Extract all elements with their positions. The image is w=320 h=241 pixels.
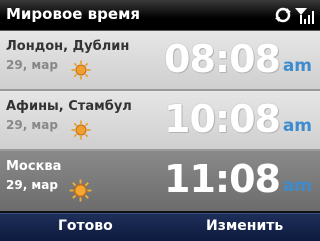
ampm-label: am — [282, 176, 312, 196]
city-time: 11:08 — [164, 157, 281, 201]
page-title: Мировое время — [6, 5, 140, 23]
softkey-bar: Готово Изменить — [0, 213, 320, 241]
ampm-label: am — [282, 116, 312, 136]
signal-icon — [295, 8, 314, 24]
sun-icon — [71, 60, 91, 80]
city-name: Москва — [6, 159, 62, 174]
status-icons — [275, 7, 314, 24]
city-date: 29, мар — [6, 118, 58, 132]
city-time: 08:08 — [164, 37, 281, 81]
sync-icon — [275, 7, 291, 23]
city-date: 29, мар — [6, 178, 58, 192]
sun-icon — [71, 120, 91, 140]
list-item[interactable]: Афины, Стамбул 29, мар 10:08 am — [0, 91, 320, 151]
sun-icon — [69, 179, 92, 202]
city-name: Лондон, Дублин — [6, 39, 130, 54]
list-item-selected[interactable]: Москва 29, мар 11:08 am — [0, 151, 320, 211]
ampm-label: am — [282, 56, 312, 76]
list-item[interactable]: Лондон, Дублин 29, мар 08:08 am — [0, 31, 320, 91]
edit-softkey[interactable]: Изменить — [206, 218, 283, 234]
world-clock-list: Лондон, Дублин 29, мар 08:08 am Афины, С… — [0, 31, 320, 213]
city-date: 29, мар — [6, 58, 58, 72]
city-time: 10:08 — [164, 97, 281, 141]
done-softkey[interactable]: Готово — [58, 218, 113, 234]
title-bar: Мировое время — [0, 0, 320, 31]
city-name: Афины, Стамбул — [6, 99, 132, 114]
